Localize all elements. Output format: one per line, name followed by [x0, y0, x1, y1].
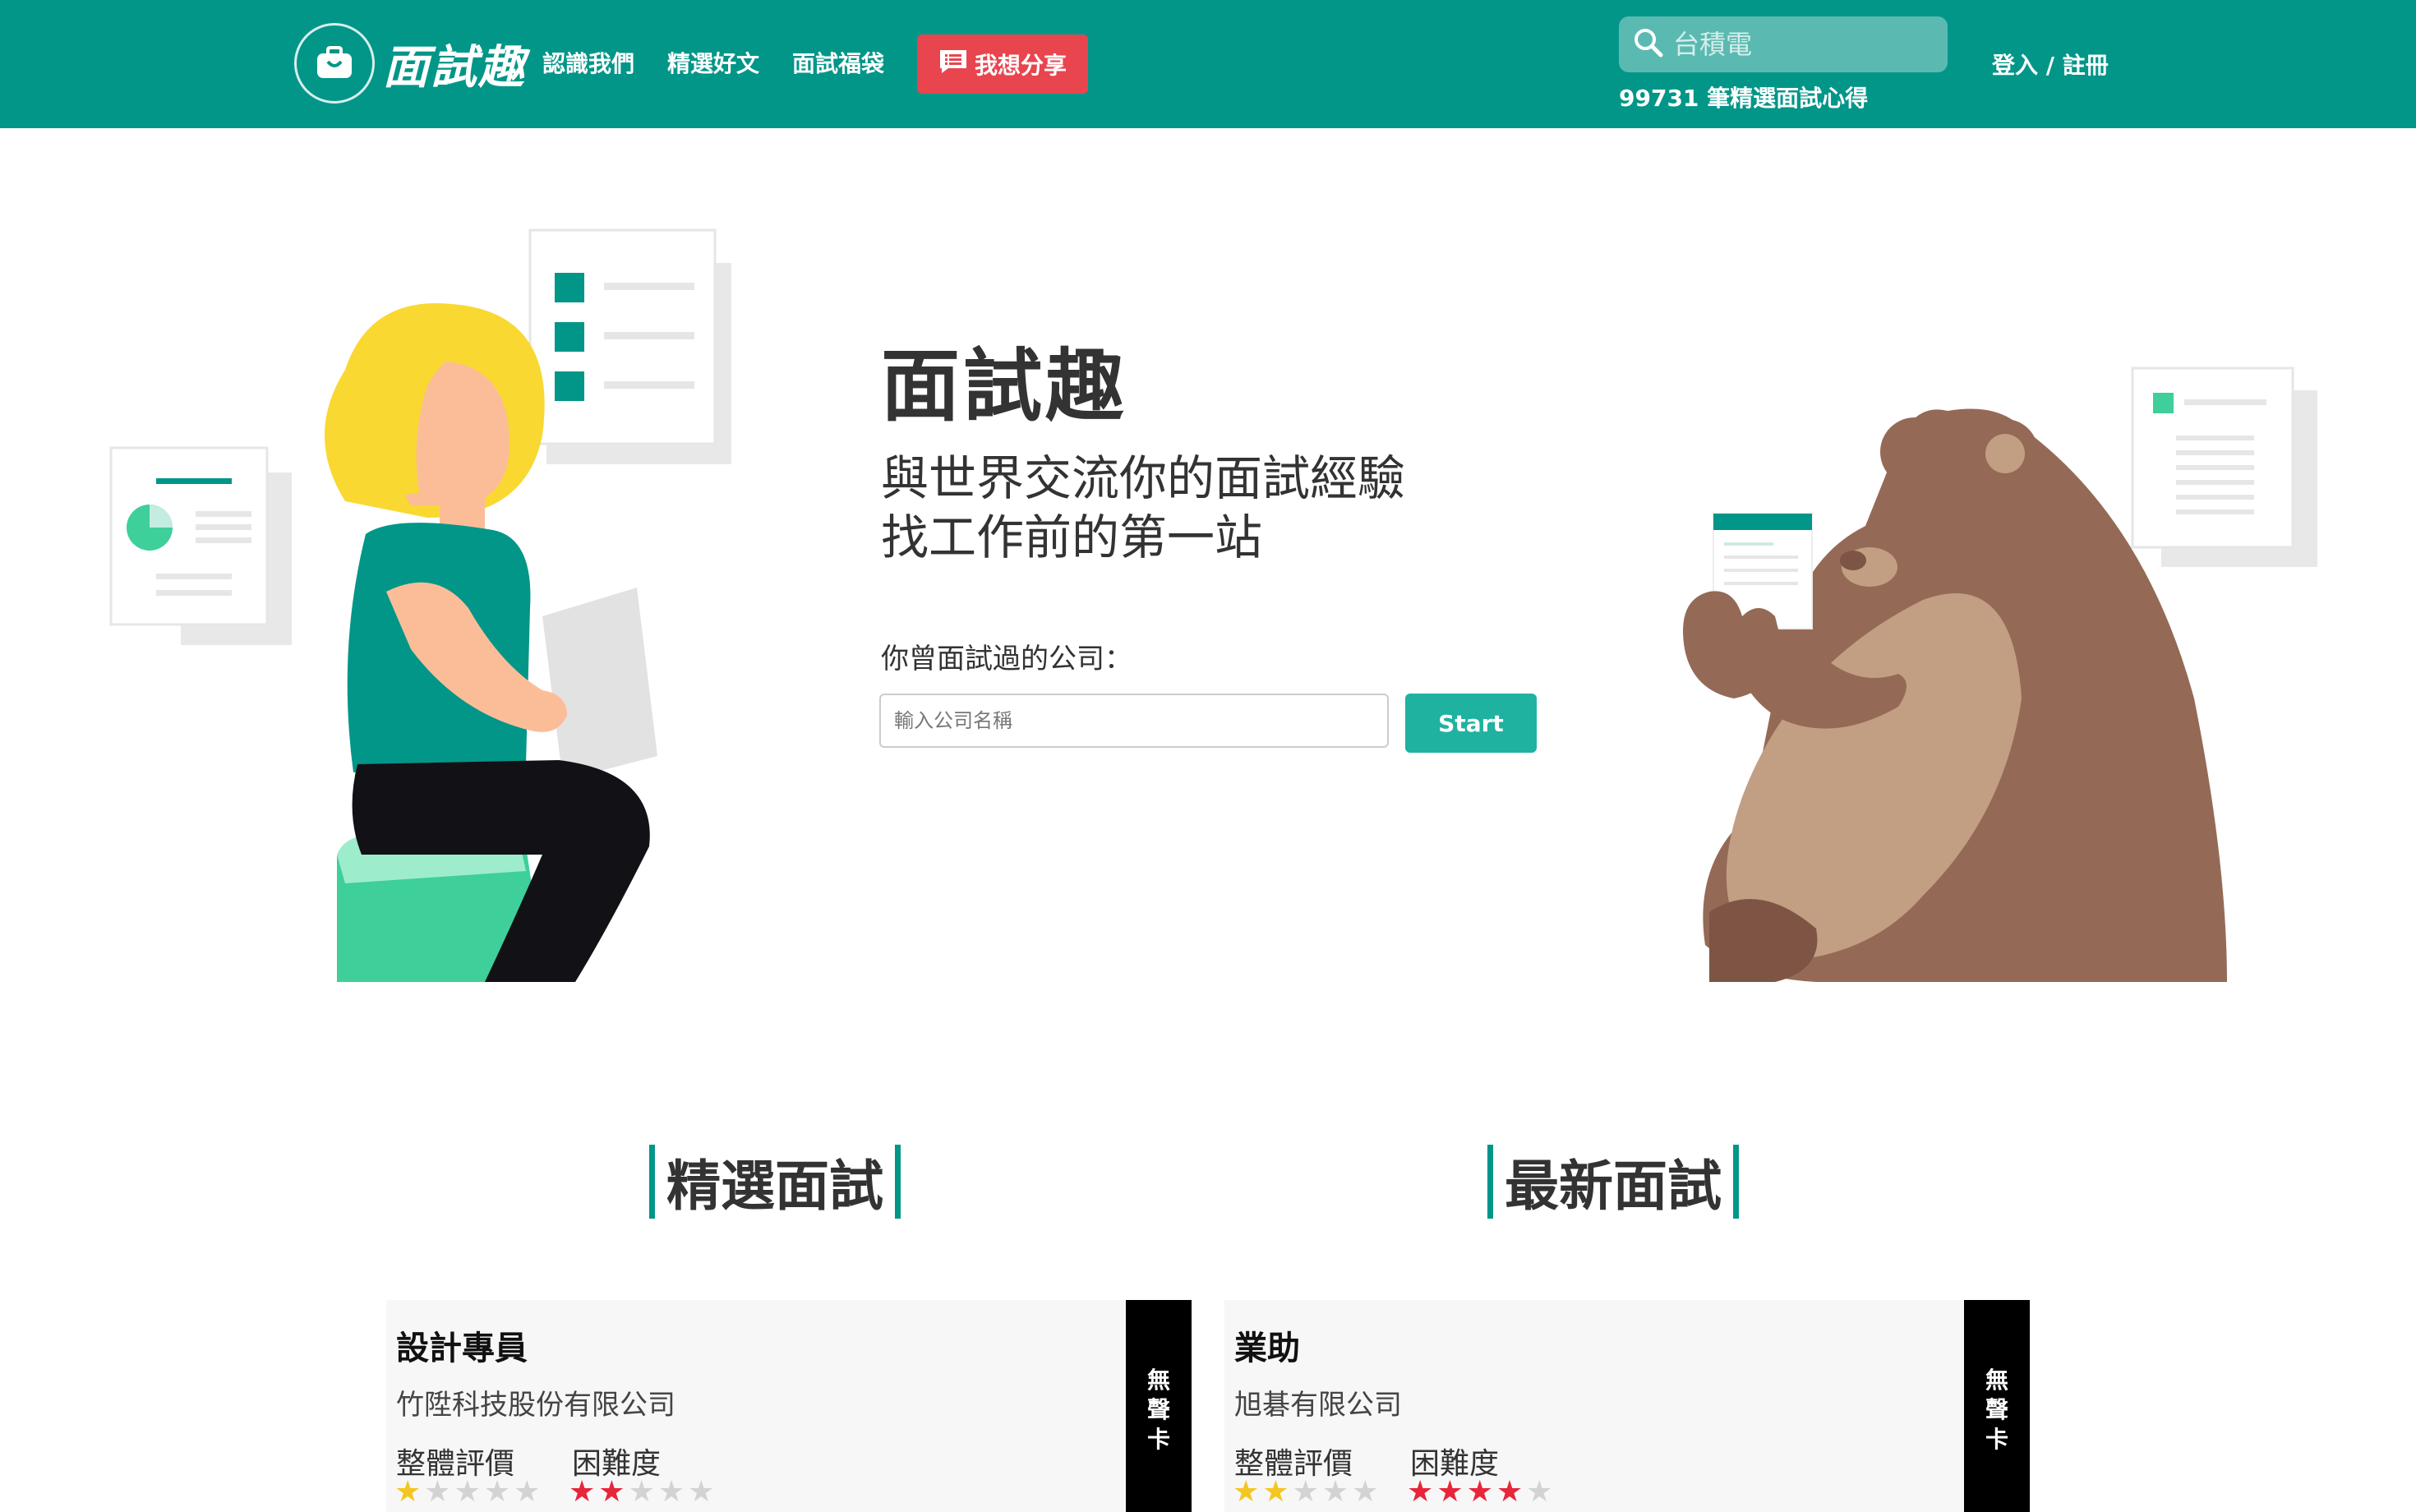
- side-badge-char: 卡: [1146, 1426, 1170, 1453]
- search-box: [1619, 16, 1948, 72]
- side-badge-char: 聲: [1146, 1396, 1170, 1423]
- search-icon: [1632, 26, 1665, 62]
- difficulty-stars: ★ ★ ★ ★ ★: [1407, 1476, 1552, 1509]
- login-register-link[interactable]: 登入 / 註冊: [1992, 48, 2109, 81]
- top-navbar: 面試趣 認識我們 精選好文 面試福袋 我想分享 99731 筆精選面試心得 登入…: [0, 0, 2416, 128]
- side-badge-char: 無: [1146, 1367, 1170, 1394]
- star-filled-icon: ★: [1262, 1475, 1289, 1509]
- overall-stars: ★ ★ ★ ★ ★: [1233, 1476, 1378, 1509]
- latest-interview-card[interactable]: 業助 旭碁有限公司 整體評價 困難度 ★ ★ ★ ★ ★ ★ ★ ★ ★ ★ 無聲卡: [1224, 1300, 2030, 1512]
- latest-section-title: 最新面試: [1487, 1142, 1739, 1221]
- share-button[interactable]: 我想分享: [917, 35, 1088, 94]
- nav-goodies[interactable]: 面試福袋: [792, 46, 884, 79]
- company-label: 你曾面試過的公司：: [881, 643, 1132, 675]
- star-filled-icon: ★: [1233, 1475, 1260, 1509]
- star-filled-icon: ★: [598, 1475, 625, 1509]
- hero-title: 面試趣: [881, 340, 1127, 432]
- hero-subtitle-line1: 與世界交流你的面試經驗: [881, 450, 1406, 506]
- job-title: 設計專員: [396, 1330, 528, 1367]
- star-empty-icon: ★: [1292, 1475, 1319, 1509]
- featured-section-title: 精選面試: [649, 1142, 901, 1221]
- star-filled-icon: ★: [394, 1475, 422, 1509]
- card-side-badge: 無聲卡: [1126, 1300, 1192, 1512]
- logo-text: 面試趣: [383, 40, 526, 94]
- star-empty-icon: ★: [688, 1475, 715, 1509]
- nav-about[interactable]: 認識我們: [542, 46, 634, 79]
- side-badge-char: 聲: [1985, 1396, 2008, 1423]
- title-bar-right: [895, 1145, 901, 1219]
- site-logo[interactable]: 面試趣: [294, 23, 526, 104]
- difficulty-stars: ★ ★ ★ ★ ★: [569, 1476, 714, 1509]
- nav-links: 認識我們 精選好文 面試福袋: [542, 46, 884, 79]
- job-title: 業助: [1234, 1330, 1300, 1367]
- interview-count: 99731 筆精選面試心得: [1619, 85, 1869, 112]
- hero-subtitle: 與世界交流你的面試經驗 找工作前的第一站: [881, 449, 1405, 567]
- star-filled-icon: ★: [569, 1475, 596, 1509]
- share-label: 我想分享: [974, 52, 1067, 79]
- star-empty-icon: ★: [657, 1475, 685, 1509]
- star-empty-icon: ★: [483, 1475, 511, 1509]
- star-empty-icon: ★: [424, 1475, 451, 1509]
- latest-title-text: 最新面試: [1505, 1155, 1722, 1218]
- side-badge-char: 無: [1985, 1367, 2008, 1394]
- bear-illustration: [1683, 366, 2317, 982]
- title-bar-left: [1487, 1145, 1493, 1219]
- start-button[interactable]: Start: [1405, 694, 1537, 753]
- woman-reading-illustration: [109, 228, 731, 982]
- hero-subtitle-line2: 找工作前的第一站: [881, 509, 1263, 565]
- nav-articles[interactable]: 精選好文: [667, 46, 759, 79]
- company-name: 竹陞科技股份有限公司: [396, 1389, 675, 1422]
- featured-interview-card[interactable]: 設計專員 竹陞科技股份有限公司 整體評價 困難度 ★ ★ ★ ★ ★ ★ ★ ★ ★ ★ 無聲卡: [386, 1300, 1192, 1512]
- star-empty-icon: ★: [1321, 1475, 1349, 1509]
- message-icon: [938, 48, 968, 81]
- star-filled-icon: ★: [1466, 1475, 1493, 1509]
- star-empty-icon: ★: [1352, 1475, 1379, 1509]
- title-bar-right: [1733, 1145, 1739, 1219]
- card-side-badge: 無聲卡: [1964, 1300, 2030, 1512]
- search-input[interactable]: [1673, 29, 1936, 60]
- star-filled-icon: ★: [1436, 1475, 1464, 1509]
- star-filled-icon: ★: [1407, 1475, 1434, 1509]
- star-empty-icon: ★: [454, 1475, 481, 1509]
- company-name-input[interactable]: [879, 694, 1389, 748]
- star-empty-icon: ★: [1526, 1475, 1553, 1509]
- company-name: 旭碁有限公司: [1234, 1389, 1402, 1422]
- star-empty-icon: ★: [628, 1475, 655, 1509]
- briefcase-icon: [294, 23, 375, 104]
- overall-stars: ★ ★ ★ ★ ★: [394, 1476, 540, 1509]
- side-badge-char: 卡: [1985, 1426, 2008, 1453]
- star-filled-icon: ★: [1496, 1475, 1524, 1509]
- star-empty-icon: ★: [514, 1475, 541, 1509]
- featured-title-text: 精選面試: [666, 1155, 883, 1218]
- title-bar-left: [649, 1145, 655, 1219]
